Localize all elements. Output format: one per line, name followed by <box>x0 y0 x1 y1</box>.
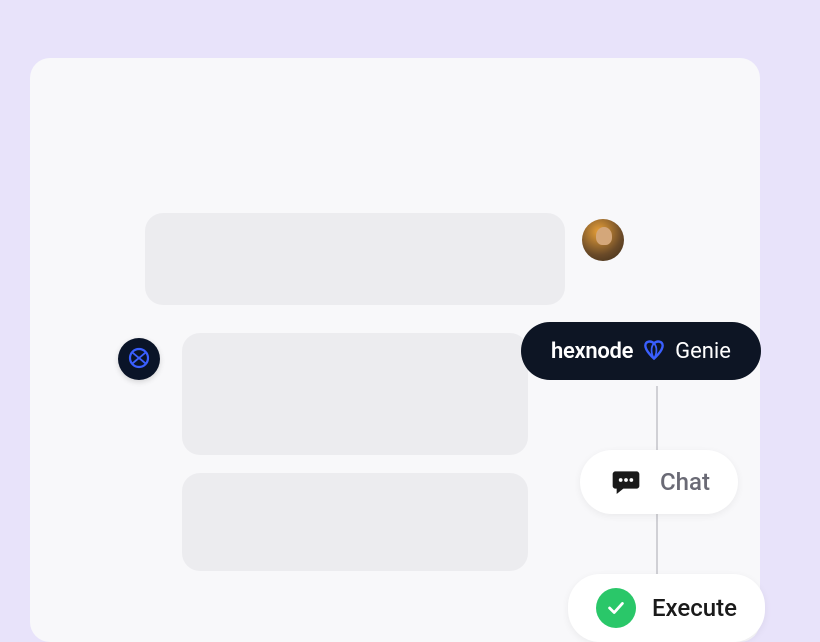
genie-name-text: Genie <box>675 339 731 364</box>
execute-action-label: Execute <box>652 594 737 622</box>
user-message-bubble <box>145 213 565 305</box>
genie-brand-text: hexnode <box>551 339 633 364</box>
checkmark-icon <box>596 588 636 628</box>
user-avatar <box>582 219 624 261</box>
hexnode-logo-icon <box>127 347 151 371</box>
execute-action-pill[interactable]: Execute <box>568 574 765 642</box>
bot-avatar <box>118 338 160 380</box>
background-container: hexnode Genie Chat Execute <box>0 0 820 642</box>
chat-action-pill[interactable]: Chat <box>580 450 738 514</box>
genie-pill[interactable]: hexnode Genie <box>521 322 761 380</box>
hexnode-logo-icon <box>641 338 667 364</box>
bot-message-bubble-1 <box>182 333 528 455</box>
bot-message-bubble-2 <box>182 473 528 571</box>
chat-bubble-icon <box>608 464 644 500</box>
chat-action-label: Chat <box>660 468 710 496</box>
